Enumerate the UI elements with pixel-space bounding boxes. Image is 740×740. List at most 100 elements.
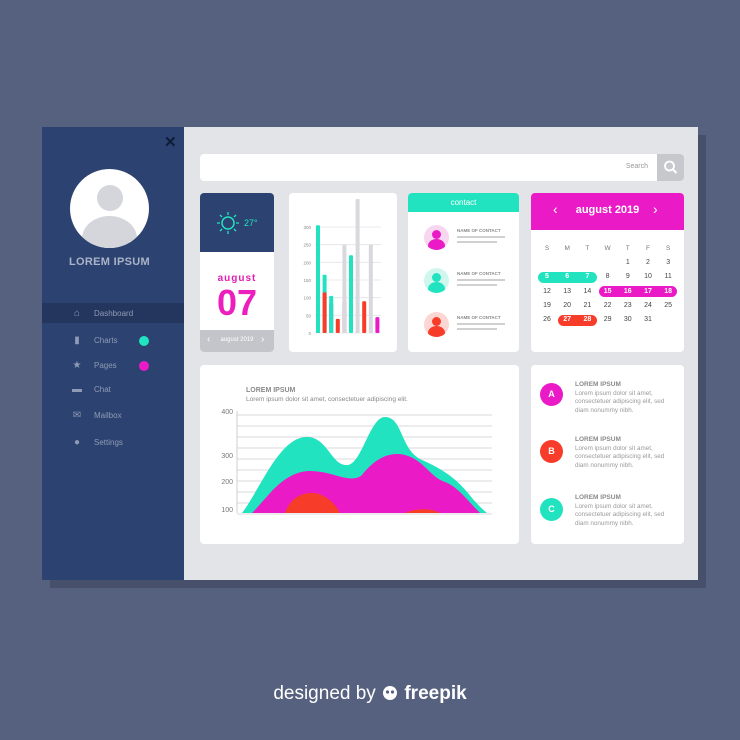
bar xyxy=(362,301,367,333)
y-tick-label: 100 xyxy=(303,296,311,301)
calendar-day[interactable]: 25 xyxy=(658,300,678,312)
weekday-label: T xyxy=(585,245,590,252)
sidebar-item-label: Pages xyxy=(94,360,117,370)
bar-chart: 0 50 100 150 200 250 300 xyxy=(303,199,381,336)
calendar-day[interactable]: 27 xyxy=(557,314,577,326)
calendar-day[interactable]: 19 xyxy=(537,300,557,312)
contact-avatar[interactable] xyxy=(424,312,449,337)
calendar-day[interactable]: 23 xyxy=(618,300,638,312)
calendar-day[interactable]: 3 xyxy=(658,257,678,269)
weather-date-card: 27° august 07 ‹ august 2019 › xyxy=(200,193,274,352)
calendar-day[interactable]: 29 xyxy=(598,314,618,326)
sidebar-item-charts[interactable]: ▮ Charts xyxy=(42,330,184,350)
weekday-label: S xyxy=(666,245,671,252)
contact-avatar[interactable] xyxy=(424,225,449,250)
calendar-day[interactable]: 1 xyxy=(618,257,638,269)
y-tick-label: 150 xyxy=(303,278,311,283)
calendar-day[interactable]: 18 xyxy=(658,286,678,298)
sidebar-item-mailbox[interactable]: ✉ Mailbox xyxy=(42,405,184,425)
dashboard-window: ✕ LOREM IPSUM ⌂ Dashboard ▮ Charts ★ Pag… xyxy=(42,127,698,580)
y-tick-label: 0 xyxy=(308,331,311,336)
contact-detail-line xyxy=(457,236,505,238)
calendar-day[interactable]: 30 xyxy=(618,314,638,326)
next-month-button[interactable]: › xyxy=(261,334,264,345)
contact-avatar-body xyxy=(428,326,445,337)
contact-avatar-body xyxy=(428,239,445,250)
calendar-day[interactable]: 5 xyxy=(537,271,557,283)
sidebar-item-settings[interactable]: ● Settings xyxy=(42,432,184,452)
bar xyxy=(349,255,353,333)
calendar-day[interactable]: 6 xyxy=(557,271,577,283)
calendar-day[interactable]: 20 xyxy=(557,300,577,312)
bar xyxy=(355,199,360,333)
calendar-day[interactable]: 7 xyxy=(577,271,597,283)
calendar-day[interactable]: 10 xyxy=(638,271,658,283)
gear-icon: ● xyxy=(73,436,81,448)
bar-chart-icon: ▮ xyxy=(74,334,80,346)
search-placeholder: Search xyxy=(625,163,648,170)
calendar-day[interactable]: 2 xyxy=(638,257,658,269)
y-tick-label: 250 xyxy=(303,243,311,248)
search-bar[interactable]: Search xyxy=(200,154,684,181)
search-button[interactable] xyxy=(657,154,684,181)
calendar-day[interactable]: 8 xyxy=(598,271,618,283)
y-tick-label: 50 xyxy=(306,313,312,318)
brand-prefix: designed by xyxy=(273,683,376,704)
close-icon[interactable]: ✕ xyxy=(164,133,177,151)
area-chart: 400 300 200 100 xyxy=(221,409,492,515)
contact-avatar-head xyxy=(432,317,441,326)
calendar-day[interactable]: 31 xyxy=(638,314,658,326)
bar xyxy=(335,318,340,333)
calendar-day[interactable]: 16 xyxy=(618,286,638,298)
calendar-day[interactable]: 28 xyxy=(577,314,597,326)
contact-detail-line xyxy=(457,284,497,286)
contact-detail-line xyxy=(457,241,497,243)
home-icon: ⌂ xyxy=(73,307,81,319)
bar xyxy=(329,295,334,333)
calendar-day[interactable]: 9 xyxy=(618,271,638,283)
date-navigator: ‹ august 2019 › xyxy=(200,330,274,352)
list-item-text: Lorem ipsum dolor sit amet, consectetuer… xyxy=(575,503,665,527)
charts-status-dot xyxy=(139,336,149,346)
calendar-day[interactable]: 13 xyxy=(557,286,577,298)
temperature: 27° xyxy=(244,218,258,228)
y-tick-label: 300 xyxy=(303,225,311,230)
profile-name: LOREM IPSUM xyxy=(69,256,150,268)
calendar-day[interactable]: 21 xyxy=(577,300,597,312)
sidebar-item-chat[interactable]: ▬ Chat xyxy=(42,379,184,399)
calendar-day[interactable]: 15 xyxy=(598,286,618,298)
avatar[interactable] xyxy=(70,169,149,248)
date-day: 07 xyxy=(216,282,258,323)
list-badge-a: A xyxy=(540,383,563,406)
calendar-day[interactable]: 22 xyxy=(598,300,618,312)
chat-icon: ▬ xyxy=(72,383,82,395)
sidebar-item-pages[interactable]: ★ Pages xyxy=(42,355,184,375)
contact-detail-line xyxy=(457,279,505,281)
area-chart-card: LOREM IPSUM Lorem ipsum dolor sit amet, … xyxy=(200,365,519,544)
list-item-text: Lorem ipsum dolor sit amet, consectetuer… xyxy=(575,445,665,469)
brand-credit: designed by freepik xyxy=(0,683,740,705)
contact-detail-line xyxy=(457,323,505,325)
contact-avatar[interactable] xyxy=(424,268,449,293)
sidebar-item-dashboard[interactable]: ⌂ Dashboard xyxy=(42,303,184,323)
search-icon xyxy=(664,160,678,174)
y-tick: 200 xyxy=(221,479,233,486)
calendar-next-button[interactable]: › xyxy=(653,201,658,217)
calendar-day[interactable]: 17 xyxy=(638,286,658,298)
contact-avatar-head xyxy=(432,273,441,282)
calendar-day[interactable]: 12 xyxy=(537,286,557,298)
y-tick: 300 xyxy=(221,453,233,460)
list-item-title: LOREM IPSUM xyxy=(575,494,621,501)
calendar-day[interactable]: 11 xyxy=(658,271,678,283)
weekday-label: M xyxy=(564,245,570,252)
contact-header: contact xyxy=(408,193,519,212)
contact-name: NAME OF CONTACT xyxy=(457,315,501,320)
calendar-day[interactable]: 14 xyxy=(577,286,597,298)
info-list-card: A LOREM IPSUM Lorem ipsum dolor sit amet… xyxy=(531,365,684,544)
calendar-day[interactable]: 26 xyxy=(537,314,557,326)
sun-icon xyxy=(217,212,239,234)
sidebar-item-label: Mailbox xyxy=(94,410,122,420)
sidebar-item-label: Charts xyxy=(94,335,118,345)
calendar-day[interactable]: 24 xyxy=(638,300,658,312)
sidebar-item-label: Dashboard xyxy=(94,308,134,318)
